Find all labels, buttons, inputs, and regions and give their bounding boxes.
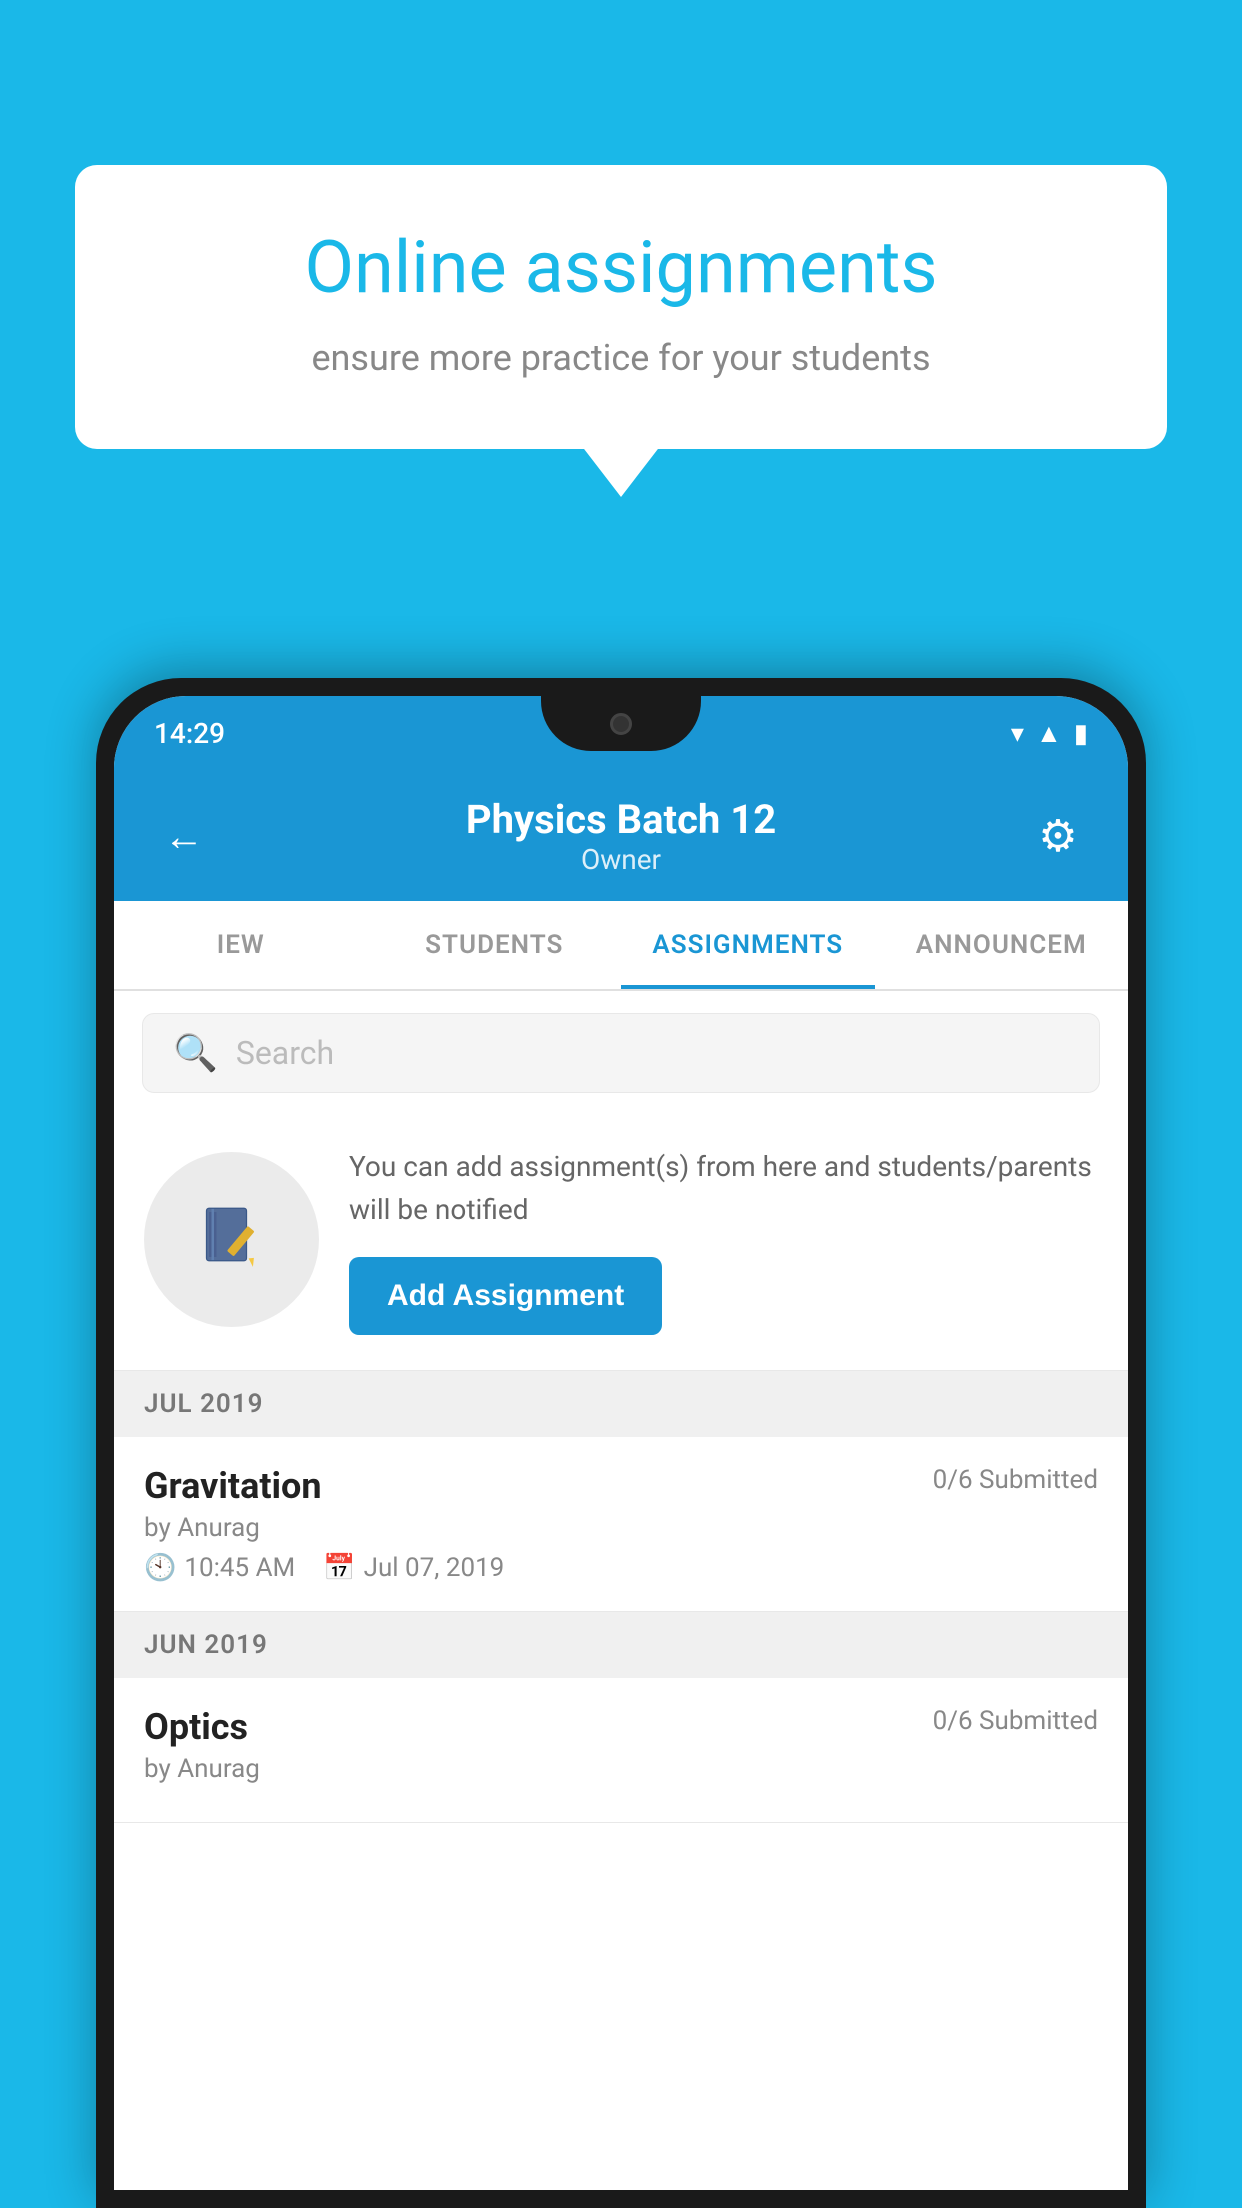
phone-screen: 14:29 ▾ ▲ ▮ ← Physics Batch 12 Owner ⚙ I…	[114, 696, 1128, 2190]
speech-bubble-container: Online assignments ensure more practice …	[75, 165, 1167, 449]
assignment-top-row-optics: Optics 0/6 Submitted	[144, 1706, 1098, 1748]
add-assignment-button[interactable]: Add Assignment	[349, 1257, 662, 1335]
assignment-item-gravitation[interactable]: Gravitation 0/6 Submitted by Anurag 🕙 10…	[114, 1437, 1128, 1612]
search-icon: 🔍	[173, 1032, 218, 1074]
submitted-badge-gravitation: 0/6 Submitted	[933, 1465, 1098, 1495]
section-header-jul: JUL 2019	[114, 1371, 1128, 1437]
tab-announcements[interactable]: ANNOUNCEM	[875, 901, 1129, 989]
phone-frame: 14:29 ▾ ▲ ▮ ← Physics Batch 12 Owner ⚙ I…	[96, 678, 1146, 2208]
search-placeholder: Search	[236, 1034, 334, 1072]
meta-time: 🕙 10:45 AM	[144, 1553, 295, 1583]
camera-dot	[610, 713, 632, 735]
search-bar[interactable]: 🔍 Search	[142, 1013, 1100, 1093]
signal-icon: ▲	[1036, 718, 1062, 749]
assignment-time: 10:45 AM	[184, 1553, 295, 1583]
calendar-icon: 📅	[323, 1553, 355, 1583]
notebook-svg-icon	[194, 1202, 269, 1277]
speech-bubble: Online assignments ensure more practice …	[75, 165, 1167, 449]
assignment-date: Jul 07, 2019	[364, 1553, 505, 1583]
bubble-title: Online assignments	[145, 225, 1097, 311]
submitted-badge-optics: 0/6 Submitted	[933, 1706, 1098, 1736]
notch-bump	[541, 696, 701, 751]
back-button[interactable]: ←	[154, 813, 214, 860]
assignment-top-row: Gravitation 0/6 Submitted	[144, 1465, 1098, 1507]
settings-icon[interactable]: ⚙	[1028, 810, 1088, 862]
assignment-by-gravitation: by Anurag	[144, 1513, 1098, 1543]
assignment-by-optics: by Anurag	[144, 1754, 1098, 1784]
section-header-jun: JUN 2019	[114, 1612, 1128, 1678]
tabs-row: IEW STUDENTS ASSIGNMENTS ANNOUNCEM	[114, 901, 1128, 991]
tab-assignments[interactable]: ASSIGNMENTS	[621, 901, 875, 989]
assignment-title-gravitation: Gravitation	[144, 1465, 322, 1507]
wifi-icon: ▾	[1011, 719, 1024, 749]
header-title: Physics Batch 12	[466, 796, 776, 843]
header-center: Physics Batch 12 Owner	[466, 796, 776, 876]
assignment-item-optics[interactable]: Optics 0/6 Submitted by Anurag	[114, 1678, 1128, 1823]
tab-students[interactable]: STUDENTS	[368, 901, 622, 989]
tab-iew[interactable]: IEW	[114, 901, 368, 989]
promo-description: You can add assignment(s) from here and …	[349, 1145, 1098, 1232]
promo-icon-circle	[144, 1152, 319, 1327]
battery-icon: ▮	[1074, 719, 1088, 749]
status-time: 14:29	[154, 717, 225, 750]
header-subtitle: Owner	[466, 843, 776, 876]
assignment-title-optics: Optics	[144, 1706, 248, 1748]
assignment-meta-gravitation: 🕙 10:45 AM 📅 Jul 07, 2019	[144, 1553, 1098, 1583]
search-bar-container: 🔍 Search	[114, 991, 1128, 1115]
status-bar: 14:29 ▾ ▲ ▮	[114, 696, 1128, 771]
app-header: ← Physics Batch 12 Owner ⚙	[114, 771, 1128, 901]
status-icons: ▾ ▲ ▮	[1011, 718, 1088, 749]
promo-card: You can add assignment(s) from here and …	[114, 1115, 1128, 1371]
promo-right: You can add assignment(s) from here and …	[349, 1145, 1098, 1335]
bubble-subtitle: ensure more practice for your students	[145, 333, 1097, 383]
clock-icon: 🕙	[144, 1553, 176, 1583]
meta-date: 📅 Jul 07, 2019	[323, 1553, 504, 1583]
